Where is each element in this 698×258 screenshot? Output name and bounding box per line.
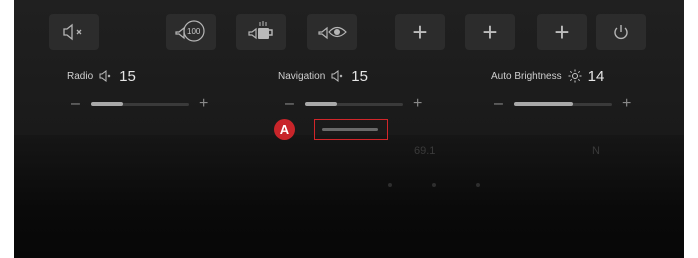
brightness-label-row: Auto Brightness 14 bbox=[491, 66, 604, 86]
brightness-decrease-button[interactable]: – bbox=[494, 95, 503, 113]
faint-compass: N bbox=[592, 145, 600, 157]
radio-volume-slider[interactable]: – + bbox=[71, 95, 211, 113]
speaker-mute-icon bbox=[63, 23, 82, 41]
brightness-label: Auto Brightness bbox=[491, 70, 562, 82]
radio-label: Radio bbox=[67, 70, 94, 82]
faint-dot bbox=[432, 183, 436, 187]
radio-volume-value: 15 bbox=[119, 67, 136, 85]
sun-icon bbox=[568, 69, 582, 83]
volume-100-icon: 100 bbox=[175, 20, 205, 42]
navigation-label: Navigation bbox=[278, 70, 326, 82]
speaker-eye-icon bbox=[318, 26, 347, 40]
faint-dot bbox=[388, 183, 392, 187]
navigation-volume-label: Navigation 15 bbox=[278, 66, 368, 86]
plus-icon: + bbox=[554, 17, 570, 47]
annotation-highlight-box bbox=[314, 119, 388, 140]
faint-readout: 69.1 bbox=[414, 145, 436, 157]
brightness-increase-button[interactable]: + bbox=[622, 95, 631, 113]
navigation-slider-fill bbox=[305, 102, 337, 106]
dimmed-background: 69.1 N bbox=[14, 135, 684, 258]
navigation-increase-button[interactable]: + bbox=[413, 95, 422, 113]
power-button[interactable] bbox=[596, 14, 646, 50]
svg-text:100: 100 bbox=[187, 27, 201, 36]
radio-decrease-button[interactable]: – bbox=[71, 95, 80, 113]
coffee-button[interactable] bbox=[236, 14, 286, 50]
mute-button[interactable] bbox=[49, 14, 99, 50]
annotation-marker: A bbox=[274, 119, 295, 140]
add-button-1[interactable]: + bbox=[395, 14, 445, 50]
radio-slider-fill bbox=[91, 102, 123, 106]
brightness-value: 14 bbox=[587, 67, 605, 85]
speaker-icon bbox=[331, 70, 343, 82]
power-icon bbox=[614, 25, 628, 40]
brightness-slider-fill bbox=[514, 102, 573, 106]
coffee-cup-icon bbox=[248, 21, 273, 40]
add-button-2[interactable]: + bbox=[465, 14, 515, 50]
volume-100-button[interactable]: 100 bbox=[166, 14, 216, 50]
navigation-volume-slider[interactable]: – + bbox=[285, 95, 425, 113]
plus-icon: + bbox=[482, 17, 498, 47]
brightness-slider[interactable]: – + bbox=[494, 95, 634, 113]
navigation-volume-value: 15 bbox=[351, 67, 368, 85]
quick-controls-panel: 100 + + + Radio 15 Navigation 15 Auto Br… bbox=[14, 0, 684, 135]
eye-speaker-button[interactable] bbox=[307, 14, 357, 50]
speaker-icon bbox=[99, 70, 111, 82]
faint-dot bbox=[476, 183, 480, 187]
plus-icon: + bbox=[412, 17, 428, 47]
navigation-decrease-button[interactable]: – bbox=[285, 95, 294, 113]
radio-increase-button[interactable]: + bbox=[199, 95, 208, 113]
add-button-3[interactable]: + bbox=[537, 14, 587, 50]
radio-volume-label: Radio 15 bbox=[67, 66, 136, 86]
